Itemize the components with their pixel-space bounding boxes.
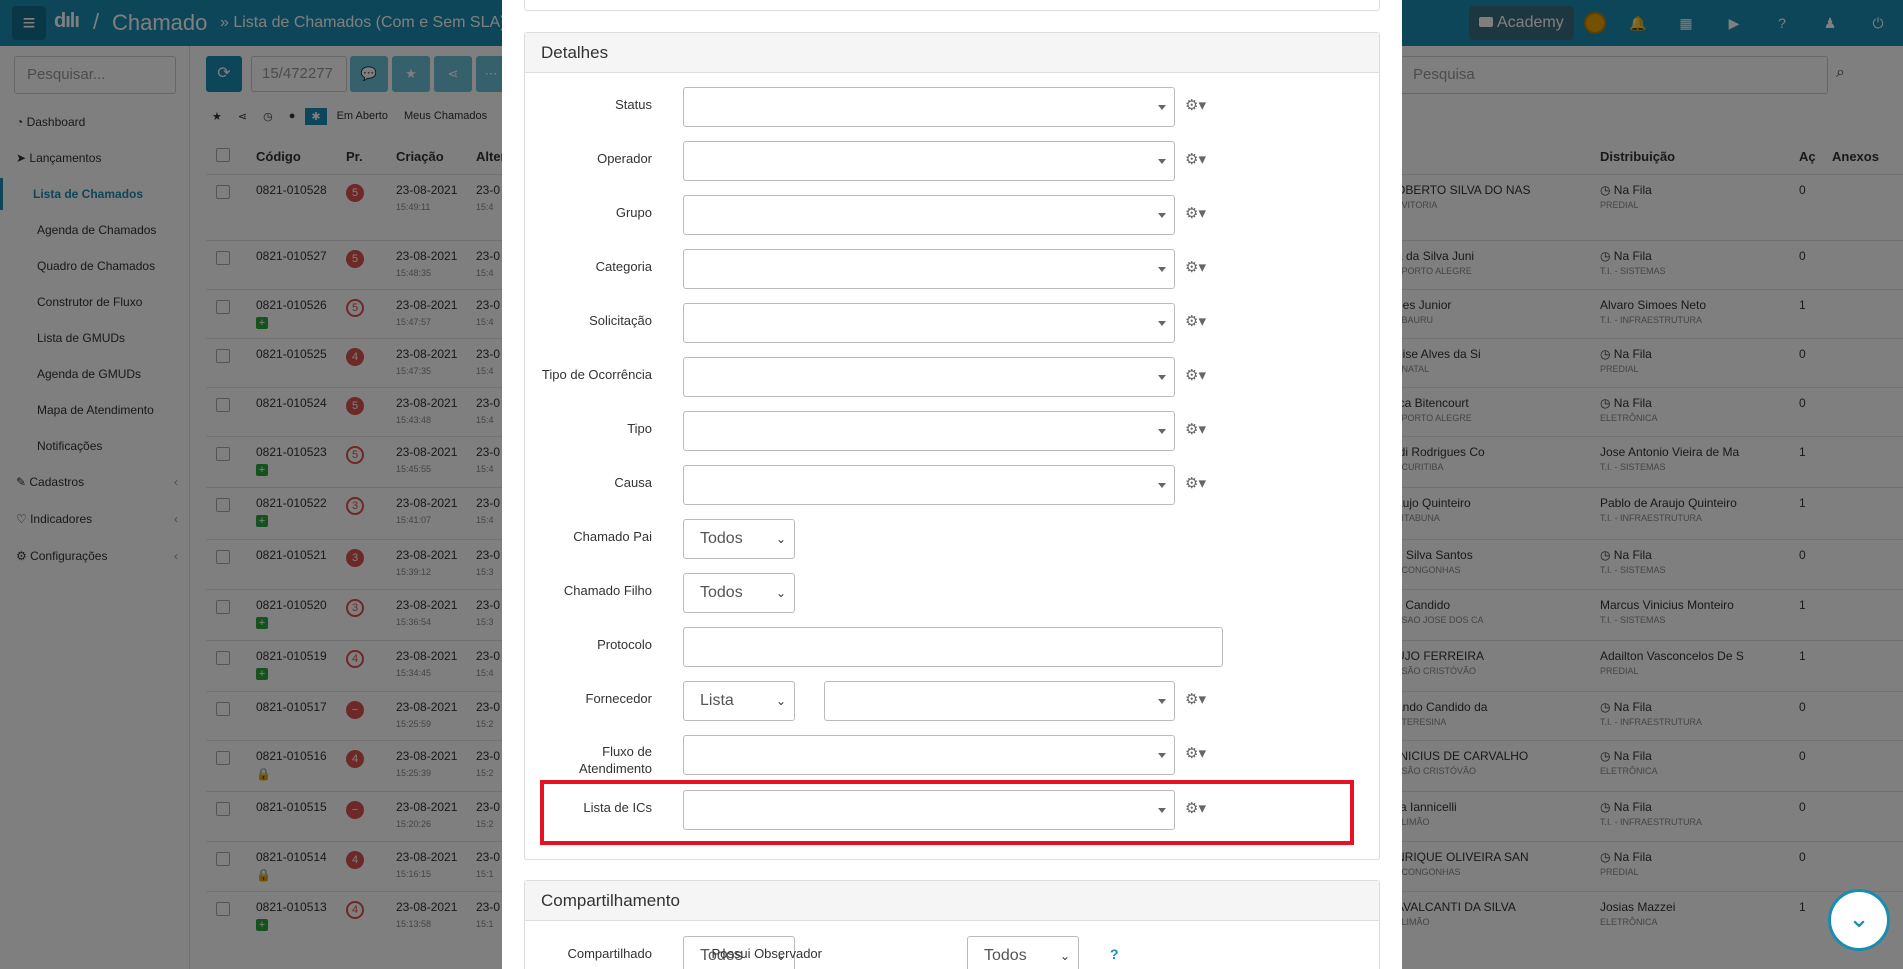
field-gear-icon[interactable]: ⚙▾ (1185, 150, 1206, 168)
caret-down-icon (1158, 483, 1166, 488)
fluxo-gear-icon[interactable]: ⚙▾ (1185, 744, 1206, 762)
chamado-filho-select[interactable]: Todos ⌄ (683, 573, 795, 613)
field-label: Tipo (627, 421, 652, 436)
fornecedor-gear-icon[interactable]: ⚙▾ (1185, 690, 1206, 708)
caret-down-icon (1158, 699, 1166, 704)
field-select[interactable] (683, 411, 1175, 451)
caret-down-icon (1158, 808, 1166, 813)
field-select[interactable] (683, 249, 1175, 289)
fornecedor-type-select[interactable]: Lista ⌄ (683, 681, 795, 721)
caret-down-icon (1158, 105, 1166, 110)
possui-observador-value: Todos (984, 947, 1027, 964)
chevron-down-icon: ⌄ (775, 694, 786, 708)
possui-observador-label: Possui Observador (711, 946, 822, 961)
fornecedor-label: Fornecedor (585, 691, 652, 706)
chevron-down-icon: ⌄ (1059, 949, 1070, 963)
chamado-pai-value: Todos (700, 530, 743, 547)
compartilhamento-title: Compartilhamento (525, 881, 1379, 921)
protocolo-label: Protocolo (597, 637, 652, 652)
field-label: Operador (597, 151, 652, 166)
lista-ics-select[interactable] (683, 790, 1175, 830)
field-gear-icon[interactable]: ⚙▾ (1185, 204, 1206, 222)
caret-down-icon (1158, 375, 1166, 380)
fluxo-atendimento-select[interactable] (683, 735, 1175, 775)
field-label: Causa (614, 475, 652, 490)
caret-down-icon (1158, 159, 1166, 164)
caret-down-icon (1158, 321, 1166, 326)
caret-down-icon (1158, 429, 1166, 434)
field-label: Categoria (595, 259, 652, 274)
protocolo-input[interactable] (683, 627, 1223, 667)
filter-modal: Detalhes Status ⚙▾ Operador ⚙▾ Grupo ⚙▾ Catego… (502, 0, 1402, 969)
caret-down-icon (1158, 213, 1166, 218)
lista-ics-gear-icon[interactable]: ⚙▾ (1185, 799, 1206, 817)
caret-down-icon (1158, 267, 1166, 272)
chamado-filho-value: Todos (700, 584, 743, 601)
field-label: Status (615, 97, 652, 112)
compartilhamento-panel: Compartilhamento (524, 880, 1380, 969)
field-select[interactable] (683, 303, 1175, 343)
field-gear-icon[interactable]: ⚙▾ (1185, 96, 1206, 114)
chamado-pai-select[interactable]: Todos ⌄ (683, 519, 795, 559)
field-gear-icon[interactable]: ⚙▾ (1185, 420, 1206, 438)
caret-down-icon (1158, 753, 1166, 758)
lista-ics-label: Lista de ICs (583, 800, 652, 815)
field-select[interactable] (683, 141, 1175, 181)
previous-panel (524, 0, 1380, 11)
help-question-icon[interactable]: ? (1110, 946, 1119, 962)
field-label: Tipo de Ocorrência (541, 367, 652, 382)
fornecedor-type-value: Lista (700, 692, 734, 709)
field-gear-icon[interactable]: ⚙▾ (1185, 474, 1206, 492)
field-gear-icon[interactable]: ⚙▾ (1185, 312, 1206, 330)
fornecedor-select[interactable] (824, 681, 1175, 721)
field-gear-icon[interactable]: ⚙▾ (1185, 258, 1206, 276)
fluxo-label-line1: Fluxo de (602, 744, 652, 759)
chevron-down-icon: ⌄ (1848, 903, 1870, 933)
detalhes-title: Detalhes (525, 33, 1379, 73)
possui-observador-select[interactable]: Todos ⌄ (967, 936, 1079, 969)
chevron-down-icon: ⌄ (775, 532, 786, 546)
compartilhado-label: Compartilhado (567, 946, 652, 961)
field-select[interactable] (683, 87, 1175, 127)
scroll-down-button[interactable]: ⌄ (1828, 889, 1890, 951)
chamado-pai-label: Chamado Pai (573, 529, 652, 544)
field-label: Solicitação (589, 313, 652, 328)
field-select[interactable] (683, 195, 1175, 235)
fluxo-label-line2: Atendimento (579, 761, 652, 776)
chamado-filho-label: Chamado Filho (563, 583, 652, 598)
field-select[interactable] (683, 357, 1175, 397)
field-select[interactable] (683, 465, 1175, 505)
field-gear-icon[interactable]: ⚙▾ (1185, 366, 1206, 384)
field-label: Grupo (615, 205, 652, 220)
chevron-down-icon: ⌄ (775, 586, 786, 600)
